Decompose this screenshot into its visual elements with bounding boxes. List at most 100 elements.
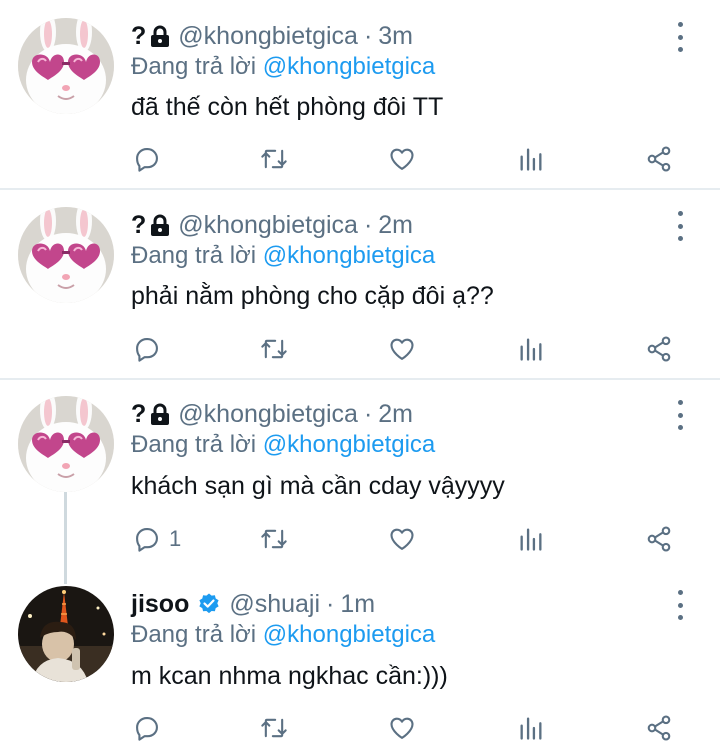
timestamp[interactable]: 2m (378, 400, 413, 429)
display-name[interactable]: jisoo (131, 590, 189, 619)
replying-to-mention[interactable]: @khongbietgica (263, 621, 435, 648)
replying-to-mention[interactable]: @khongbietgica (263, 53, 435, 80)
separator-dot: · (363, 21, 373, 50)
retweet-button[interactable] (260, 710, 288, 746)
reply-button[interactable] (133, 331, 169, 367)
more-options-icon[interactable] (670, 22, 690, 52)
user-handle[interactable]: @khongbietgica (178, 211, 358, 240)
avatar[interactable] (18, 207, 114, 303)
lock-icon (150, 214, 170, 236)
user-handle[interactable]: @khongbietgica (178, 22, 358, 51)
like-button[interactable] (388, 710, 416, 746)
retweet-icon (261, 529, 287, 549)
reply-button[interactable] (133, 141, 169, 177)
replying-prefix: Đang trả lời (131, 431, 257, 458)
share-icon (647, 336, 671, 362)
like-button[interactable] (388, 521, 416, 557)
lock-icon (150, 25, 170, 47)
action-bar (0, 331, 720, 367)
action-bar (0, 710, 720, 746)
replying-prefix: Đang trả lời (131, 621, 257, 648)
retweet-icon (261, 718, 287, 738)
reply-button[interactable] (133, 710, 169, 746)
replying-to: Đang trả lời @khongbietgica (131, 431, 435, 459)
retweet-button[interactable] (260, 141, 288, 177)
tweet-header: jisoo @shuaji · 1m (131, 587, 375, 621)
like-button[interactable] (388, 141, 416, 177)
replying-to: Đang trả lời @khongbietgica (131, 621, 435, 649)
analytics-icon (520, 528, 542, 551)
reply-icon (136, 148, 158, 172)
display-name[interactable]: ? (131, 211, 146, 240)
bunny-avatar-image (18, 207, 114, 303)
timestamp[interactable]: 3m (378, 22, 413, 51)
avatar[interactable] (18, 586, 114, 682)
bunny-avatar-image (18, 18, 114, 114)
replying-prefix: Đang trả lời (131, 53, 257, 80)
reply-icon (136, 717, 158, 741)
reply-button[interactable]: 1 (133, 521, 181, 557)
analytics-button[interactable] (517, 331, 545, 367)
action-bar (0, 141, 720, 177)
tweet[interactable]: ? @khongbietgica · 2m Đang trả lời @khon… (0, 380, 720, 570)
share-icon (647, 146, 671, 172)
verified-badge-icon (197, 592, 221, 616)
tweet-text: đã thế còn hết phòng đôi TT (131, 93, 444, 121)
reply-icon (136, 338, 158, 362)
more-options-icon[interactable] (670, 400, 690, 430)
replying-prefix: Đang trả lời (131, 242, 257, 269)
avatar[interactable] (18, 18, 114, 114)
retweet-icon (261, 149, 287, 169)
display-name[interactable]: ? (131, 22, 146, 51)
avatar[interactable] (18, 396, 114, 492)
share-button[interactable] (645, 331, 673, 367)
replying-to: Đang trả lời @khongbietgica (131, 242, 435, 270)
tweet[interactable]: jisoo @shuaji · 1m Đang trả lời @khongbi… (0, 570, 720, 755)
analytics-icon (520, 148, 542, 171)
tweet-text: m kcan nhma ngkhac cần:))) (131, 662, 448, 690)
like-icon (390, 717, 414, 739)
tweet-header: ? @khongbietgica · 2m (131, 208, 413, 242)
tweet-feed: ? @khongbietgica · 3m Đang trả lời @khon… (0, 0, 720, 755)
user-handle[interactable]: @khongbietgica (178, 400, 358, 429)
like-icon (390, 528, 414, 550)
person-avatar-image (18, 586, 114, 682)
timestamp[interactable]: 1m (340, 590, 375, 619)
analytics-button[interactable] (517, 521, 545, 557)
action-bar: 1 (0, 521, 720, 557)
tweet[interactable]: ? @khongbietgica · 2m Đang trả lời @khon… (0, 190, 720, 378)
like-icon (390, 338, 414, 360)
lock-icon (150, 403, 170, 425)
share-icon (647, 526, 671, 552)
tweet-header: ? @khongbietgica · 2m (131, 397, 413, 431)
analytics-button[interactable] (517, 141, 545, 177)
display-name[interactable]: ? (131, 400, 146, 429)
tweet-text: phải nằm phòng cho cặp đôi ạ?? (131, 282, 494, 310)
share-button[interactable] (645, 710, 673, 746)
bunny-avatar-image (18, 396, 114, 492)
retweet-button[interactable] (260, 331, 288, 367)
tweet-header: ? @khongbietgica · 3m (131, 19, 413, 53)
analytics-icon (520, 338, 542, 361)
tweet[interactable]: ? @khongbietgica · 3m Đang trả lời @khon… (0, 0, 720, 188)
share-button[interactable] (645, 521, 673, 557)
retweet-icon (261, 339, 287, 359)
analytics-button[interactable] (517, 710, 545, 746)
separator-dot: · (363, 210, 373, 239)
more-options-icon[interactable] (670, 211, 690, 241)
replying-to: Đang trả lời @khongbietgica (131, 53, 435, 81)
share-icon (647, 715, 671, 741)
replying-to-mention[interactable]: @khongbietgica (263, 431, 435, 458)
separator-dot: · (363, 399, 373, 428)
retweet-button[interactable] (260, 521, 288, 557)
tweet-text: khách sạn gì mà cần cday vậyyyy (131, 472, 505, 500)
replying-to-mention[interactable]: @khongbietgica (263, 242, 435, 269)
more-options-icon[interactable] (670, 590, 690, 620)
timestamp[interactable]: 2m (378, 211, 413, 240)
reply-count: 1 (169, 526, 182, 551)
like-button[interactable] (388, 331, 416, 367)
like-icon (390, 148, 414, 170)
user-handle[interactable]: @shuaji (229, 590, 320, 619)
share-button[interactable] (645, 141, 673, 177)
reply-icon (136, 528, 158, 552)
